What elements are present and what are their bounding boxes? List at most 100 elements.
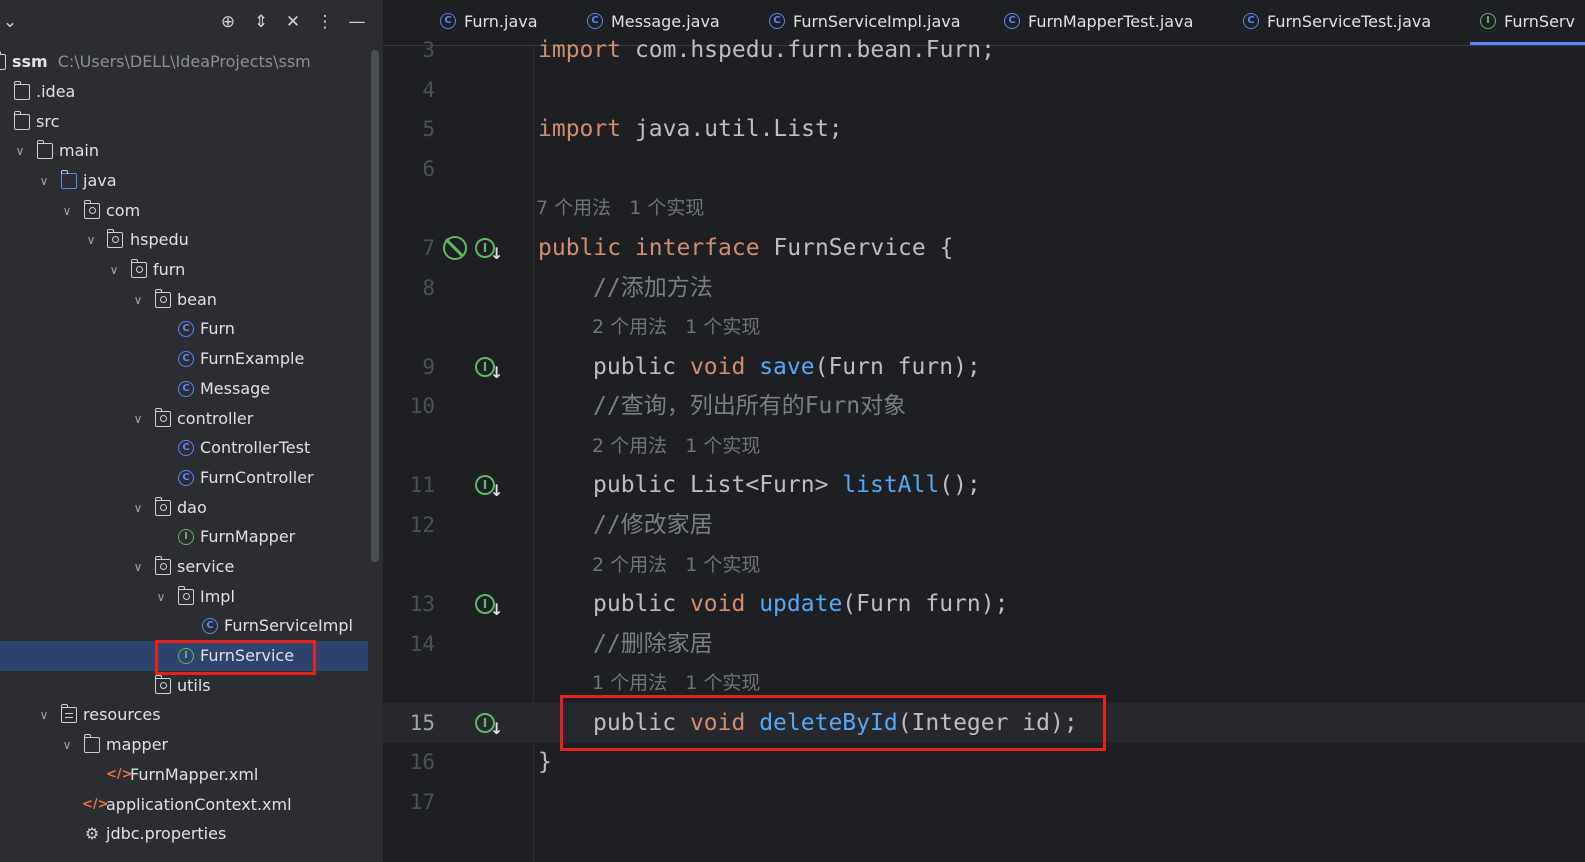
tree-item-furnexample[interactable]: C FurnExample: [0, 344, 370, 374]
tree-scrollbar[interactable]: [371, 50, 379, 562]
usage-hint[interactable]: 2 个用法 1 个实现: [592, 307, 760, 347]
chevron-down-icon[interactable]: ∨: [13, 136, 27, 166]
xml-icon: </>: [82, 797, 109, 812]
tree-item-label: src: [36, 112, 60, 131]
arrow-down-icon: ↓: [490, 481, 504, 500]
tree-item-mapper[interactable]: ∨ mapper: [0, 730, 370, 760]
tree-item-label: dao: [177, 498, 207, 517]
code-text: public List<Furn> listAll();: [593, 465, 981, 505]
line-number: 12: [409, 513, 435, 537]
chevron-down-icon[interactable]: ⌄: [0, 10, 22, 34]
usage-hint[interactable]: 2 个用法 1 个实现: [592, 545, 760, 585]
chevron-down-icon[interactable]: ∨: [131, 404, 145, 434]
tree-item-dao[interactable]: ∨ dao: [0, 493, 370, 523]
tree-item-idea[interactable]: .idea: [0, 77, 370, 107]
code-line-10: 10 //查询，列出所有的Furn对象: [383, 386, 1585, 426]
comment: //修改家居: [593, 512, 713, 538]
chevron-down-icon[interactable]: ∨: [60, 196, 74, 226]
tree-item-label: FurnMapper.xml: [130, 765, 259, 784]
tree-item-message[interactable]: C Message: [0, 374, 370, 404]
tree-item-resources[interactable]: ∨ resources: [0, 700, 370, 730]
tree-item-label: utils: [177, 676, 211, 695]
keyword: import: [538, 116, 622, 142]
tree-item-label: resources: [83, 705, 161, 724]
tab-label: FurnServiceTest.java: [1267, 12, 1432, 31]
class-icon: C: [178, 470, 194, 486]
chevron-down-icon[interactable]: ∨: [131, 285, 145, 315]
tree-item-com[interactable]: ∨ com: [0, 196, 370, 226]
chevron-down-icon[interactable]: ∨: [154, 582, 168, 612]
tree-item-label: mapper: [106, 735, 169, 754]
tree-item-java[interactable]: ∨ java: [0, 166, 370, 196]
tree-item-label: FurnController: [200, 468, 314, 487]
tree-item-main[interactable]: ∨ main: [0, 136, 370, 166]
xml-icon: </>: [106, 767, 133, 782]
tree-item-bean[interactable]: ∨ bean: [0, 285, 370, 315]
expand-collapse-icon[interactable]: ⇕: [249, 10, 273, 34]
tree-item-controller[interactable]: ∨ controller: [0, 404, 370, 434]
code-line-7: 7 I ↓ public interface FurnService {: [383, 228, 1585, 268]
class-icon: C: [202, 618, 218, 634]
tab-label: FurnServ: [1504, 12, 1575, 31]
line-number: 5: [422, 117, 435, 141]
tree-root[interactable]: ssm C:\Users\DELL\IdeaProjects\ssm: [0, 47, 370, 77]
tree-item-impl[interactable]: ∨ Impl: [0, 582, 370, 612]
code-text: }: [538, 749, 552, 775]
chevron-down-icon[interactable]: ∨: [131, 552, 145, 582]
code-editor: C Furn.java C Message.java C FurnServiceImp…: [383, 0, 1585, 862]
source-folder-icon: [60, 170, 77, 189]
tree-item-jdbc-properties[interactable]: ⚙ jdbc.properties: [0, 819, 370, 849]
code-text: public void update(Furn furn);: [593, 584, 1008, 624]
locate-icon[interactable]: ⊕: [216, 10, 240, 34]
tree-item-controllertest[interactable]: C ControllerTest: [0, 433, 370, 463]
line-number: 14: [409, 632, 435, 656]
code-line-13: 13 I ↓ public void update(Furn furn);: [383, 584, 1585, 624]
tree-item-label: service: [177, 557, 235, 576]
method-name: save: [759, 354, 815, 380]
line-number: 6: [422, 157, 435, 181]
tree-item-furnserviceimpl[interactable]: C FurnServiceImpl: [0, 611, 370, 641]
tree-item-label: Message: [200, 379, 271, 398]
line-number: 10: [409, 394, 435, 418]
code-line-14: 14 //删除家居: [383, 624, 1585, 664]
comment: //查询，列出所有的Furn对象: [593, 393, 907, 419]
minimize-icon[interactable]: —: [345, 10, 369, 34]
chevron-down-icon[interactable]: ∨: [131, 493, 145, 523]
line-number: 15: [409, 711, 435, 735]
keyword: void: [689, 354, 746, 380]
tree-item-service[interactable]: ∨ service: [0, 552, 370, 582]
tree-item-furn[interactable]: ∨ furn: [0, 255, 370, 285]
tree-item-furnmapper[interactable]: I FurnMapper: [0, 522, 370, 552]
tree-item-label: java: [83, 171, 117, 190]
usage-hint[interactable]: 7 个用法 1 个实现: [536, 188, 704, 228]
project-toolbar: ⌄ ⊕ ⇕ ✕ ⋮ —: [0, 0, 383, 44]
interface-icon: I: [178, 529, 194, 545]
usage-hint[interactable]: 2 个用法 1 个实现: [592, 426, 760, 466]
tree-item-furn-class[interactable]: C Furn: [0, 314, 370, 344]
chevron-down-icon[interactable]: ∨: [37, 166, 51, 196]
chevron-down-icon[interactable]: ∨: [37, 700, 51, 730]
close-icon[interactable]: ✕: [281, 10, 305, 34]
package-icon: [154, 675, 171, 694]
class-icon: C: [178, 351, 194, 367]
line-number: 9: [422, 355, 435, 379]
tab-label: Furn.java: [464, 12, 538, 31]
chevron-down-icon[interactable]: ∨: [60, 730, 74, 760]
project-tool-window: ⌄ ⊕ ⇕ ✕ ⋮ — ssm C:\Users\DELL\IdeaProject…: [0, 0, 383, 862]
tree-item-src[interactable]: src: [0, 107, 370, 137]
code-line-8: 8 //添加方法: [383, 268, 1585, 308]
line-number: 8: [422, 276, 435, 300]
gear-icon: ⚙: [84, 824, 100, 843]
arrow-down-icon: ↓: [490, 244, 504, 263]
tree-item-utils[interactable]: utils: [0, 671, 370, 701]
tree-item-furnmapper-xml[interactable]: </> FurnMapper.xml: [0, 760, 370, 790]
more-icon[interactable]: ⋮: [313, 10, 337, 34]
tree-item-applicationcontext[interactable]: </> applicationContext.xml: [0, 790, 370, 820]
tree-item-furncontroller[interactable]: C FurnController: [0, 463, 370, 493]
chevron-down-icon[interactable]: ∨: [84, 225, 98, 255]
tree-item-hspedu[interactable]: ∨ hspedu: [0, 225, 370, 255]
chevron-down-icon[interactable]: ∨: [107, 255, 121, 285]
package-icon: [154, 289, 171, 308]
no-entry-icon[interactable]: [443, 236, 467, 260]
highlight-box-furnservice: [155, 640, 316, 675]
